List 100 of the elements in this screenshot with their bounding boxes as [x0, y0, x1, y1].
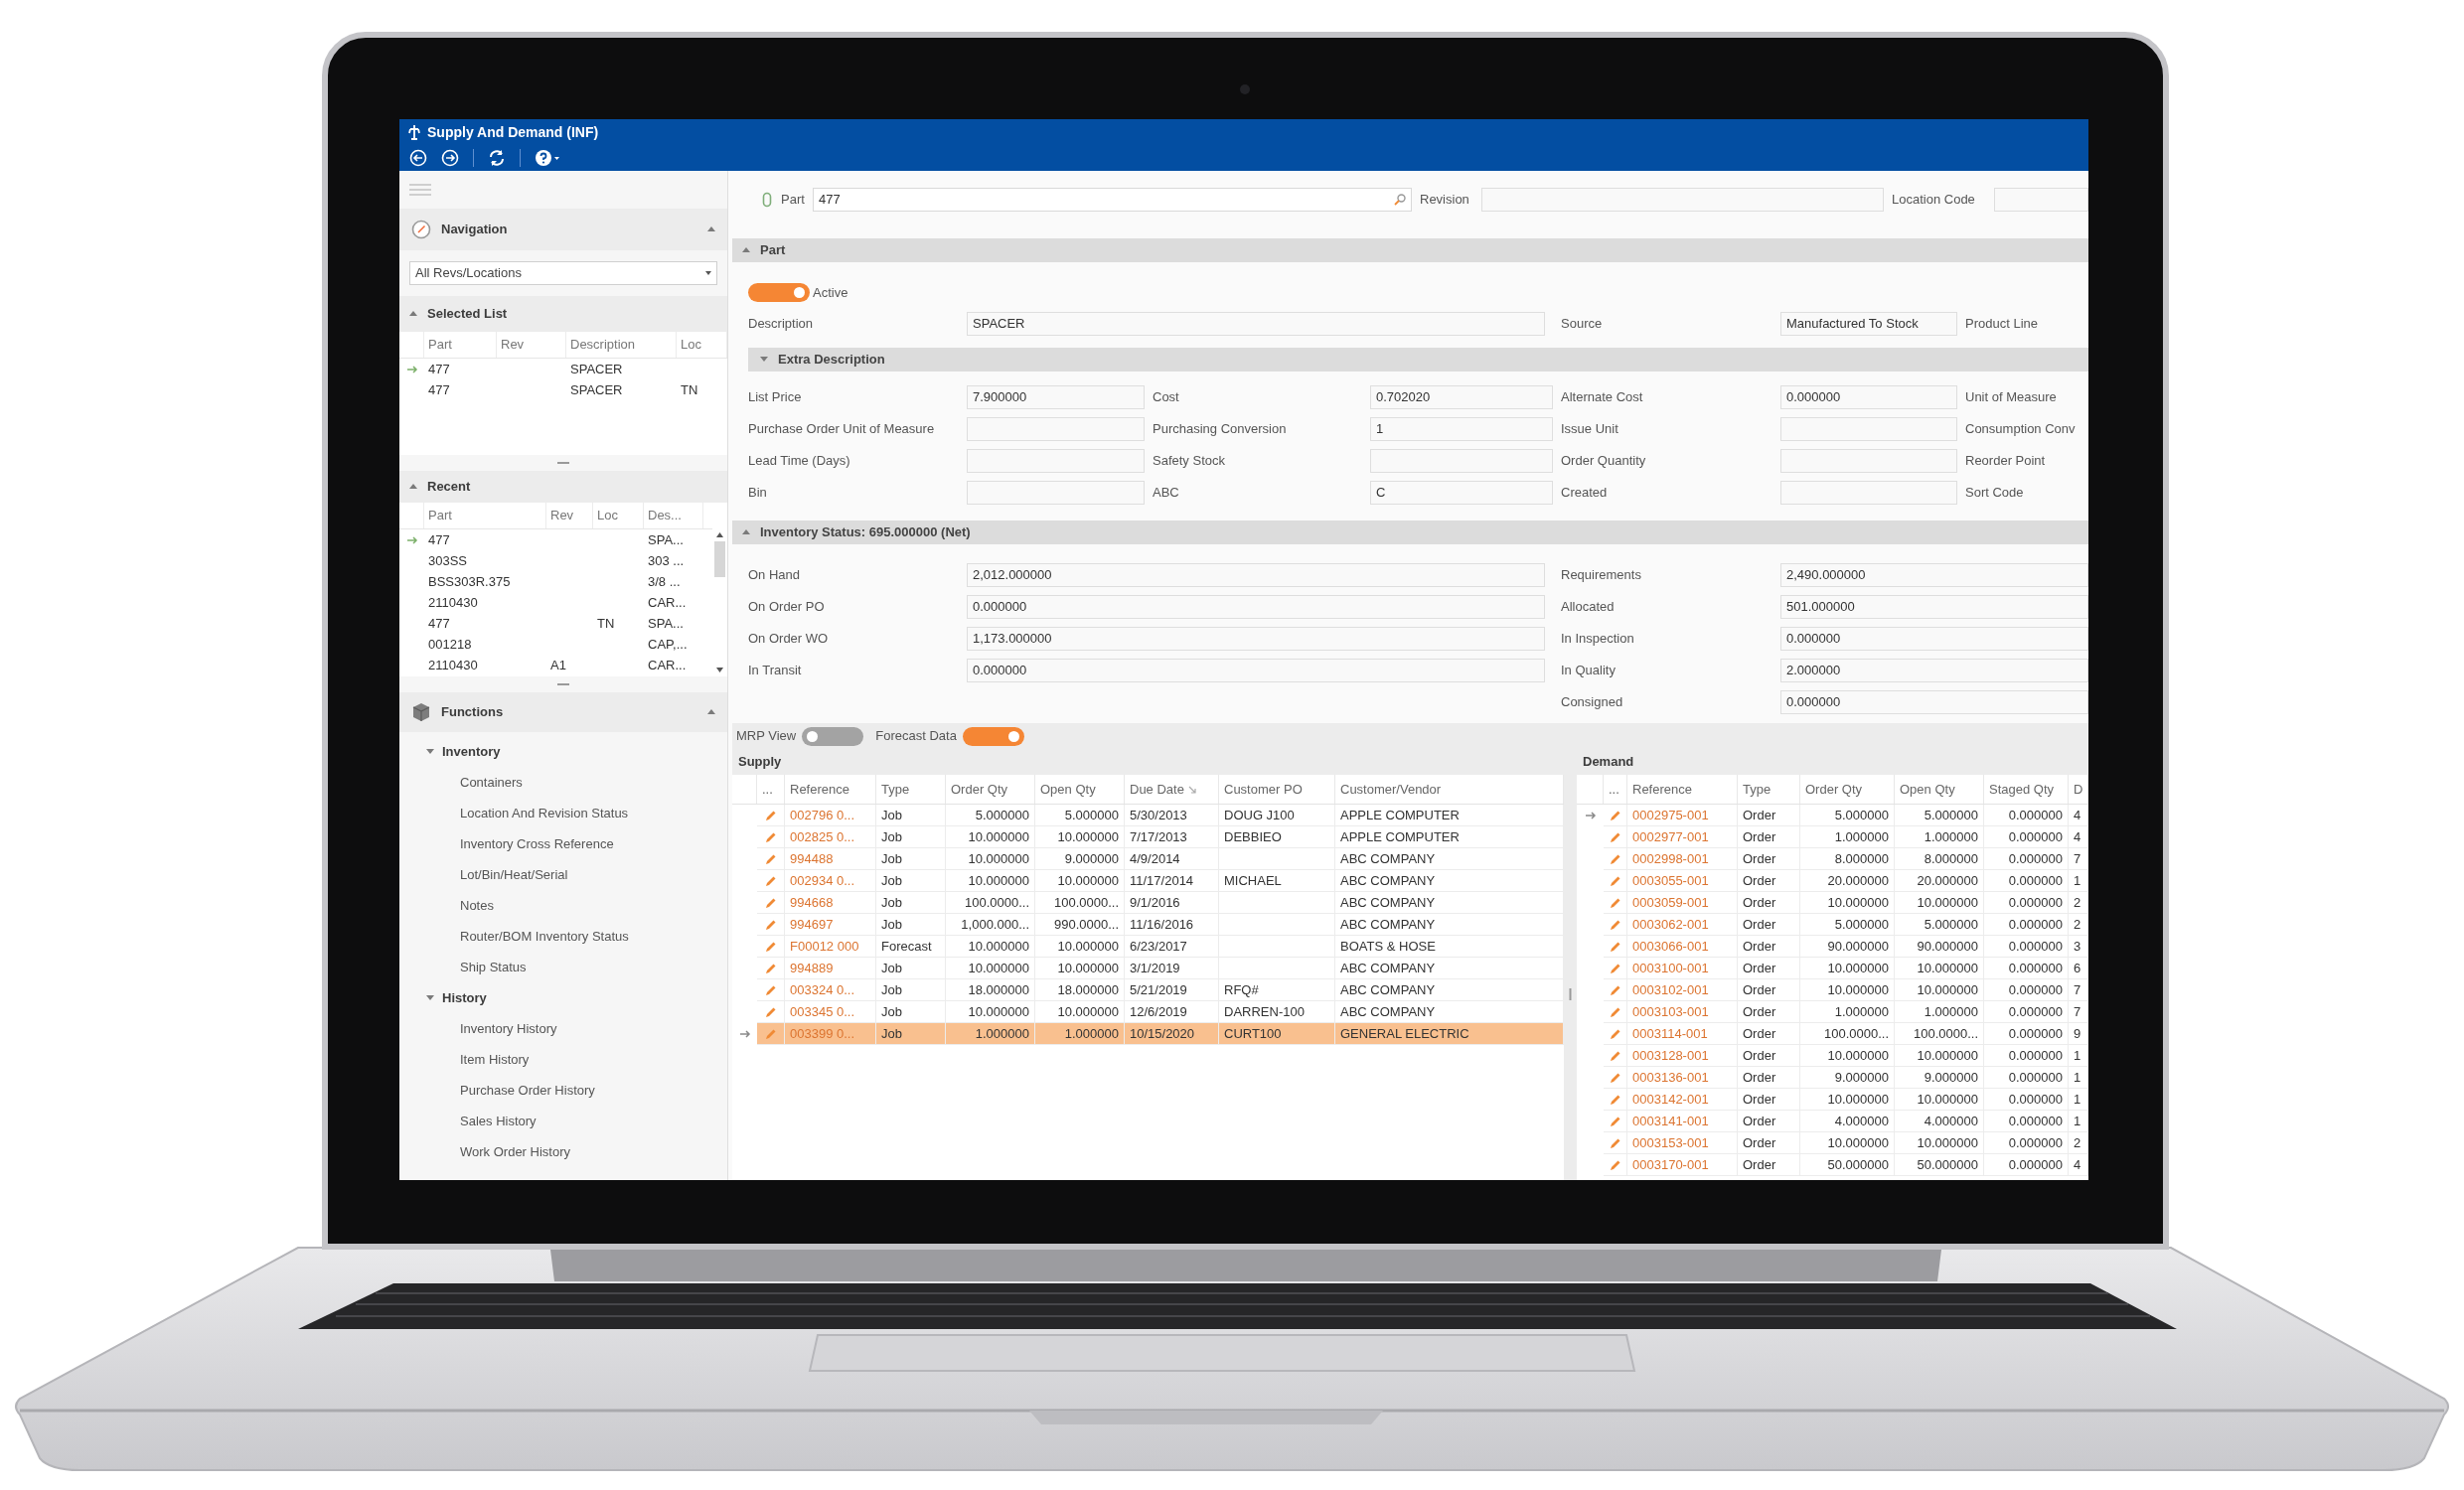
tree-item[interactable]: Location And Revision Status [399, 798, 727, 828]
text-field[interactable]: 0.000000 [1780, 690, 2088, 714]
text-field[interactable] [967, 417, 1145, 441]
text-field[interactable]: 0.702020 [1370, 385, 1553, 409]
pencil-icon[interactable] [764, 918, 777, 931]
pencil-icon[interactable] [1609, 830, 1621, 843]
text-field[interactable]: 1 [1370, 417, 1553, 441]
revision-field[interactable] [1481, 188, 1884, 212]
scroll-up-icon[interactable] [716, 532, 723, 537]
back-icon[interactable] [409, 149, 427, 167]
selected-row[interactable]: 003399 0... Job 1.000000 1.000000 10/15/2020 CURT100 GENERAL ELECTRIC [732, 1023, 1564, 1045]
forward-icon[interactable] [441, 149, 459, 167]
column-header[interactable]: Order Qty [1800, 775, 1895, 804]
help-icon[interactable] [535, 149, 560, 167]
column-header[interactable]: Rev [546, 503, 593, 528]
location-code-field[interactable] [1994, 188, 2088, 212]
search-icon[interactable] [1394, 194, 1406, 206]
reference-link[interactable]: 994668 [785, 892, 876, 914]
pencil-icon[interactable] [1609, 918, 1621, 931]
reference-link[interactable]: 0002998-001 [1627, 848, 1738, 870]
reference-link[interactable]: 0003062-001 [1627, 914, 1738, 936]
column-header[interactable]: Order Qty [946, 775, 1035, 804]
reference-link[interactable]: 0003055-001 [1627, 870, 1738, 892]
column-header[interactable]: Part [424, 503, 546, 528]
tree-item[interactable]: Sales History [399, 1106, 727, 1136]
column-header[interactable]: Customer PO [1219, 775, 1335, 804]
column-header[interactable]: ... [757, 775, 785, 804]
column-header[interactable]: D [2069, 775, 2088, 804]
scrollbar-thumb[interactable] [714, 541, 725, 577]
reference-link[interactable]: 002825 0... [785, 826, 876, 848]
pencil-icon[interactable] [1609, 809, 1621, 821]
pencil-icon[interactable] [1609, 1027, 1621, 1040]
reference-link[interactable]: 0003102-001 [1627, 979, 1738, 1001]
column-header[interactable]: Open Qty [1035, 775, 1125, 804]
caret-icon[interactable] [426, 993, 434, 1002]
pencil-icon[interactable] [1609, 1136, 1621, 1149]
tree-item[interactable]: Router/BOM Inventory Status [399, 921, 727, 952]
caret-icon[interactable] [707, 225, 715, 233]
toggle-switch[interactable] [802, 726, 864, 746]
pencil-icon[interactable] [1609, 1071, 1621, 1084]
pencil-icon[interactable] [764, 874, 777, 887]
toggle-switch[interactable] [748, 283, 810, 302]
pencil-icon[interactable] [1609, 1158, 1621, 1171]
reference-link[interactable]: 0003128-001 [1627, 1045, 1738, 1067]
reference-link[interactable]: 0003170-001 [1627, 1154, 1738, 1176]
text-field[interactable]: 501.000000 [1780, 595, 2088, 619]
text-field[interactable]: 2,012.000000 [967, 563, 1545, 587]
text-field[interactable]: 7.900000 [967, 385, 1145, 409]
reference-link[interactable]: 002796 0... [785, 805, 876, 826]
column-header[interactable]: Staged Qty [1984, 775, 2069, 804]
text-field[interactable] [967, 449, 1145, 473]
reference-link[interactable]: 0003142-001 [1627, 1089, 1738, 1111]
reference-link[interactable]: 002934 0... [785, 870, 876, 892]
toggle-switch[interactable] [962, 726, 1024, 746]
pencil-icon[interactable] [764, 940, 777, 953]
reference-link[interactable]: 0003100-001 [1627, 958, 1738, 979]
text-field[interactable]: 0.000000 [967, 659, 1545, 682]
tree-item[interactable]: Purchase Order History [399, 1075, 727, 1106]
pencil-icon[interactable] [1609, 1005, 1621, 1018]
reference-link[interactable]: 0003103-001 [1627, 1001, 1738, 1023]
pencil-icon[interactable] [764, 983, 777, 996]
reference-link[interactable]: 0003066-001 [1627, 936, 1738, 958]
pencil-icon[interactable] [764, 1027, 777, 1040]
pencil-icon[interactable] [1609, 896, 1621, 909]
caret-icon[interactable] [742, 528, 750, 536]
tree-item[interactable]: Item History [399, 1044, 727, 1075]
pencil-icon[interactable] [1609, 1049, 1621, 1062]
reference-link[interactable]: 0003136-001 [1627, 1067, 1738, 1089]
column-header[interactable]: Reference [785, 775, 876, 804]
column-header[interactable]: Part [424, 332, 497, 358]
caret-icon[interactable] [760, 356, 768, 364]
tree-item[interactable]: Notes [399, 890, 727, 921]
text-field[interactable] [1370, 449, 1553, 473]
text-field[interactable]: Manufactured To Stock [1780, 312, 1957, 336]
part-search-field[interactable]: 477 [813, 188, 1412, 212]
pencil-icon[interactable] [1609, 1093, 1621, 1106]
column-header[interactable]: Open Qty [1895, 775, 1984, 804]
text-field[interactable]: 1,173.000000 [967, 627, 1545, 651]
text-field[interactable]: 0.000000 [1780, 627, 2088, 651]
reference-link[interactable]: F00012 000 [785, 936, 876, 958]
pencil-icon[interactable] [764, 852, 777, 865]
tree-item[interactable]: Containers [399, 767, 727, 798]
location-dropdown[interactable]: All Revs/Locations [409, 261, 717, 285]
pencil-icon[interactable] [1609, 852, 1621, 865]
tree-item[interactable]: Inventory History [399, 1013, 727, 1044]
column-header[interactable]: Loc [677, 332, 727, 358]
caret-icon[interactable] [742, 246, 750, 254]
pencil-icon[interactable] [764, 896, 777, 909]
text-field[interactable] [1780, 449, 1957, 473]
column-header[interactable]: Customer/Vendor [1335, 775, 1564, 804]
column-header[interactable]: Type [1738, 775, 1800, 804]
text-field[interactable]: C [1370, 481, 1553, 505]
caret-icon[interactable] [707, 708, 715, 716]
text-field[interactable]: 0.000000 [967, 595, 1545, 619]
column-header[interactable]: Description [566, 332, 677, 358]
tree-item[interactable]: Work Order History [399, 1136, 727, 1167]
pencil-icon[interactable] [764, 830, 777, 843]
menu-icon[interactable] [409, 184, 431, 196]
text-field[interactable] [1780, 481, 1957, 505]
resize-handle[interactable] [1569, 988, 1572, 1000]
